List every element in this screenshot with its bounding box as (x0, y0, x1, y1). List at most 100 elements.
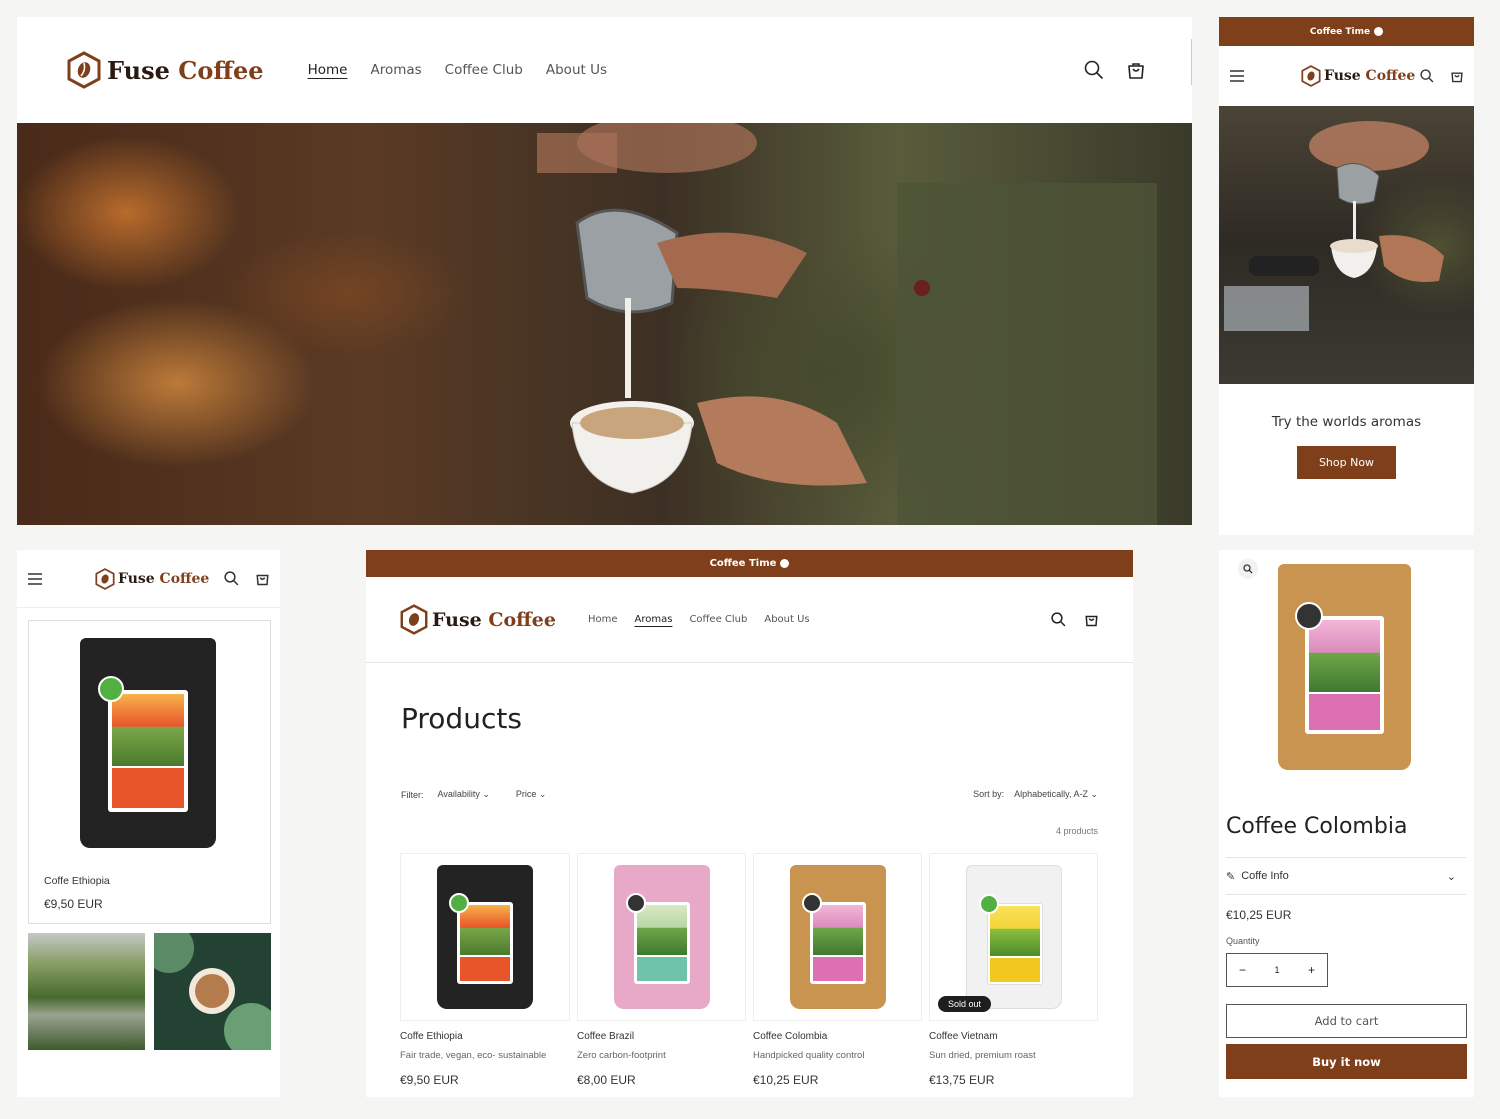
product-description: Zero carbon-footprint (577, 1050, 666, 1061)
desktop-collection-panel: Coffee Time Fuse Coffee Home Aromas Coff… (366, 550, 1133, 1097)
sort-select[interactable]: Alphabetically, A-Z ⌄ (1014, 789, 1098, 800)
nav-about-us[interactable]: About Us (546, 62, 607, 78)
eco-badge-icon (978, 894, 999, 914)
product-price: €9,50 EUR (400, 1073, 459, 1087)
nav-home[interactable]: Home (588, 614, 618, 625)
mobile-header: Fuse Coffee (17, 550, 280, 608)
product-image (400, 853, 570, 1021)
product-price: €10,25 EUR (1226, 908, 1292, 922)
product-title[interactable]: Coffee Colombia (753, 1031, 922, 1042)
nav-coffee-club[interactable]: Coffee Club (445, 62, 523, 78)
coffee-bag-ethiopia (437, 865, 533, 1009)
sold-out-badge: Sold out (938, 996, 992, 1012)
product-card[interactable]: Sold out Coffee Vietnam Sun dried, premi… (929, 853, 1098, 1087)
product-title[interactable]: Coffe Ethiopia (400, 1031, 570, 1042)
quantity-minus-button[interactable]: − (1239, 963, 1246, 977)
sort-label: Sort by: (973, 789, 1005, 799)
mobile-collection-panel: Fuse Coffee Coffe Ethiopia €9,50 EUR (17, 550, 280, 1097)
latte-photo (154, 933, 271, 1050)
search-icon[interactable] (1084, 60, 1104, 80)
quantity-label: Quantity (1226, 936, 1260, 946)
menu-icon[interactable] (27, 572, 43, 586)
filter-bar: Filter: Availability ⌄ Price ⌄ (401, 789, 546, 800)
logo-bean-icon (67, 51, 101, 89)
product-detail-panel: Coffee Colombia ✎ Coffe Info ⌄ €10,25 EU… (1219, 550, 1474, 1097)
coffee-info-label: Coffe Info (1241, 870, 1289, 882)
mobile-hero-heading: Try the worlds aromas (1271, 414, 1422, 430)
desktop-nav: Home Aromas Coffee Club About Us (308, 62, 607, 78)
product-card[interactable]: Coffe Ethiopia €9,50 EUR (28, 620, 271, 924)
quantity-input[interactable]: 1 (1274, 965, 1279, 975)
brand-name-part2: Coffee (488, 608, 556, 631)
add-to-cart-button[interactable]: Add to cart (1226, 1004, 1467, 1038)
eco-badge-icon (449, 893, 469, 913)
search-icon[interactable] (224, 571, 239, 586)
product-title[interactable]: Coffee Vietnam (929, 1031, 1098, 1042)
coffee-bean-icon (1374, 27, 1384, 36)
product-price: €8,00 EUR (577, 1073, 636, 1087)
brand-name-part2: Coffee (159, 570, 210, 587)
mobile-brand-logo[interactable]: Fuse Coffee (1301, 65, 1415, 87)
product-card[interactable]: Coffee Colombia Handpicked quality contr… (753, 853, 922, 1087)
desktop-header: Fuse Coffee Home Aromas Coffee Club Abou… (366, 577, 1133, 663)
product-title[interactable]: Coffe Ethiopia (44, 875, 110, 887)
brand-name-part1: Fuse (432, 608, 482, 631)
search-icon[interactable] (1051, 612, 1066, 627)
coffee-bag-colombia (789, 865, 886, 1009)
product-price: €9,50 EUR (44, 897, 103, 911)
nav-aromas[interactable]: Aromas (370, 62, 421, 78)
nav-coffee-club[interactable]: Coffee Club (689, 614, 747, 625)
mobile-hero-panel: Coffee Time Fuse Coffee Try the worlds a… (1219, 17, 1474, 535)
landscape-photo (28, 933, 145, 1050)
mobile-brand-logo[interactable]: Fuse Coffee (95, 567, 210, 590)
coffee-bean-icon (780, 559, 790, 568)
cart-icon[interactable] (1126, 60, 1146, 80)
cart-icon[interactable] (1084, 612, 1099, 627)
filter-price[interactable]: Price ⌄ (516, 789, 547, 800)
chevron-down-icon: ⌄ (1446, 870, 1456, 883)
brand-name-part2: Coffee (1365, 68, 1416, 84)
sort-bar: Sort by: Alphabetically, A-Z ⌄ (973, 789, 1098, 800)
quantity-plus-button[interactable]: + (1308, 963, 1315, 977)
product-description: Fair trade, vegan, eco- sustainable (400, 1050, 547, 1061)
product-title: Coffee Colombia (1226, 814, 1408, 839)
product-card[interactable]: Coffe Ethiopia Fair trade, vegan, eco- s… (400, 853, 570, 1087)
shop-now-button[interactable]: Shop Now (1297, 446, 1396, 479)
brand-logo[interactable]: Fuse Coffee (67, 51, 264, 89)
logo-bean-icon (1301, 65, 1321, 87)
product-count: 4 products (1055, 826, 1098, 836)
logo-bean-icon (400, 604, 428, 635)
mobile-header: Fuse Coffee (1219, 46, 1474, 106)
desktop-header: Fuse Coffee Home Aromas Coffee Club Abou… (17, 17, 1192, 123)
zoom-icon[interactable] (1238, 559, 1258, 579)
desktop-nav: Home Aromas Coffee Club About Us (588, 614, 810, 625)
eco-badge-icon (625, 893, 646, 913)
brand-name-part2: Coffee (178, 55, 264, 85)
product-title[interactable]: Coffee Brazil (577, 1031, 746, 1042)
coffee-info-accordion[interactable]: ✎ Coffe Info ⌄ (1226, 857, 1466, 895)
search-icon[interactable] (1420, 69, 1434, 83)
announcement-text: Coffee Time (709, 558, 777, 569)
mobile-hero-image (1219, 106, 1474, 384)
brand-logo[interactable]: Fuse Coffee (400, 604, 556, 635)
product-price: €10,25 EUR (753, 1073, 819, 1087)
filter-availability[interactable]: Availability ⌄ (438, 789, 490, 800)
cart-icon[interactable] (255, 571, 270, 586)
product-description: Handpicked quality control (753, 1050, 865, 1061)
hero-image (17, 123, 1192, 525)
product-card[interactable]: Coffee Brazil Zero carbon-footprint €8,0… (577, 853, 746, 1087)
nav-about-us[interactable]: About Us (764, 614, 809, 625)
coffee-bag-ethiopia (80, 638, 216, 848)
brand-name-part1: Fuse (1324, 68, 1361, 84)
coffee-bag-brazil (613, 865, 710, 1009)
quantity-stepper: − 1 + (1226, 953, 1328, 987)
product-image (753, 853, 922, 1021)
cart-icon[interactable] (1450, 69, 1464, 83)
product-description: Sun dried, premium roast (929, 1050, 1036, 1061)
nav-home[interactable]: Home (308, 62, 348, 78)
brand-name-part1: Fuse (107, 55, 170, 85)
nav-aromas[interactable]: Aromas (635, 614, 673, 625)
menu-icon[interactable] (1229, 69, 1245, 83)
buy-now-button[interactable]: Buy it now (1226, 1044, 1467, 1079)
page-title: Products (401, 702, 522, 735)
